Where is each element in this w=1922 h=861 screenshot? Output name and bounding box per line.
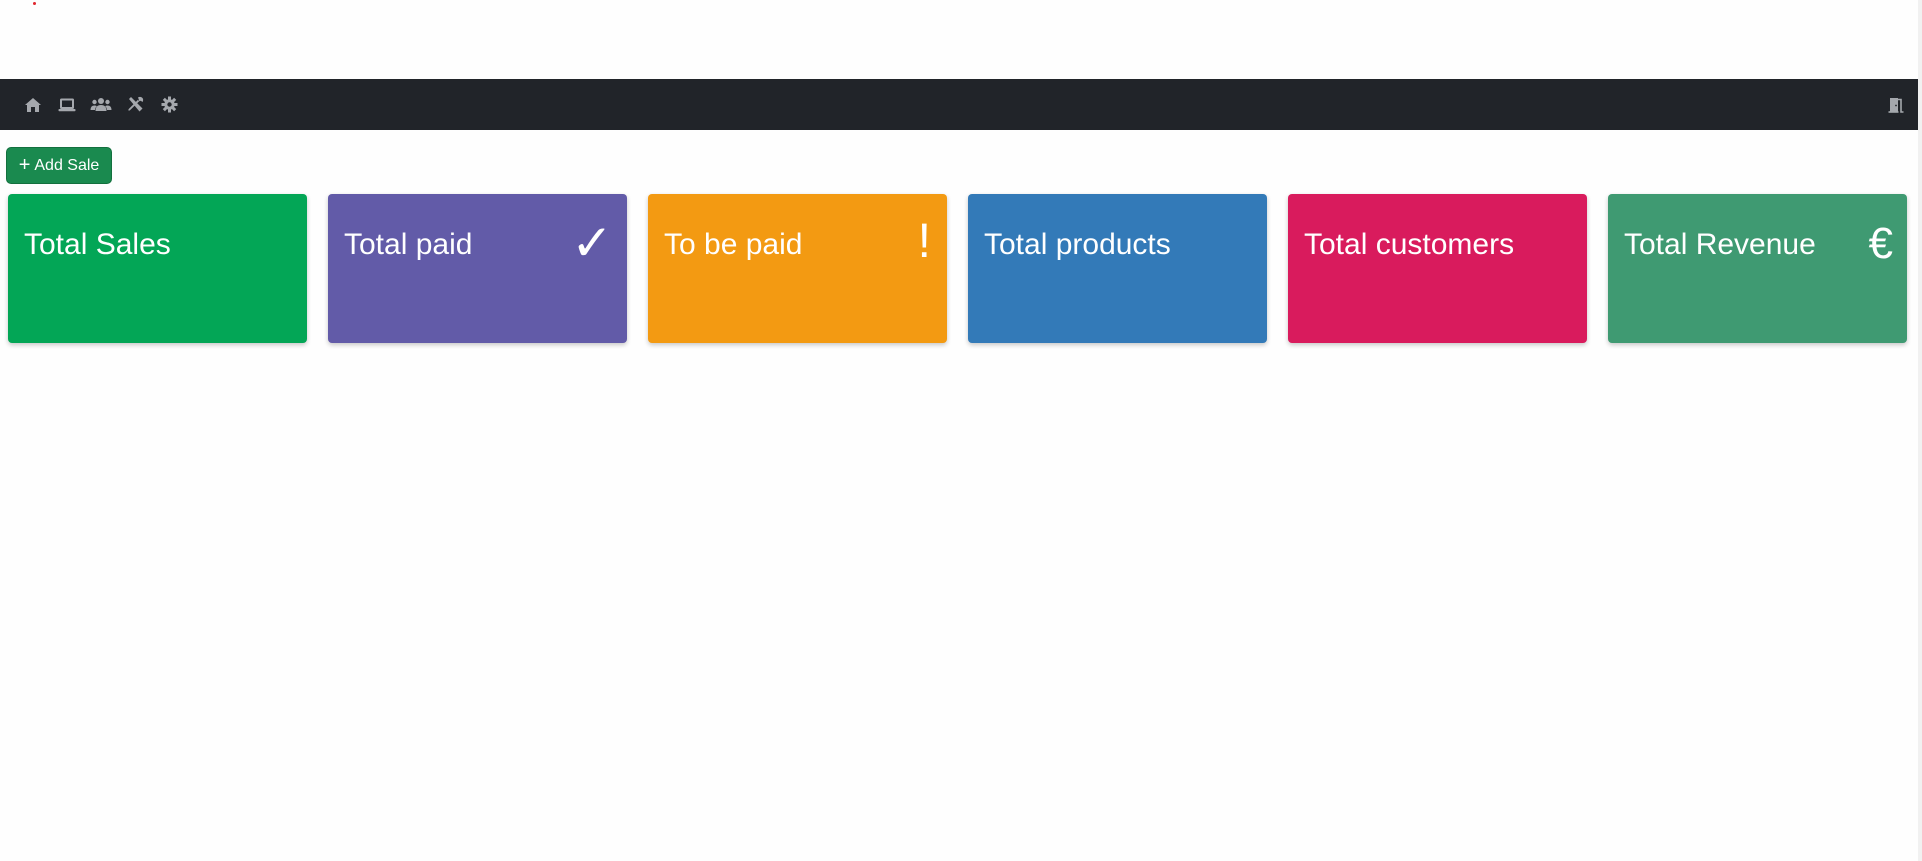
scrollbar[interactable] [1918, 0, 1922, 861]
laptop-icon[interactable] [50, 79, 84, 130]
indicator-dot [33, 2, 36, 5]
card-total-products[interactable]: Total products [968, 194, 1267, 343]
card-title: Total products [984, 228, 1171, 261]
card-title: Total Revenue [1624, 228, 1816, 261]
summary-cards: Total Sales Total paid ✓ To be paid ! To… [8, 194, 1908, 344]
tools-icon[interactable] [118, 79, 152, 130]
card-total-customers[interactable]: Total customers [1288, 194, 1587, 343]
gear-icon[interactable] [152, 79, 186, 130]
card-total-sales[interactable]: Total Sales [8, 194, 307, 343]
top-navbar [0, 79, 1918, 130]
euro-icon: € [1868, 219, 1893, 268]
exclamation-icon: ! [917, 215, 931, 268]
plus-icon: + [18, 153, 31, 176]
page: + Add Sale Total Sales Total paid ✓ To b… [0, 0, 1922, 861]
home-icon[interactable] [16, 79, 50, 130]
add-sale-button[interactable]: + Add Sale [6, 147, 112, 184]
card-title: Total customers [1304, 228, 1515, 261]
check-icon: ✓ [571, 214, 613, 272]
card-title: Total Sales [24, 228, 171, 261]
card-to-be-paid[interactable]: To be paid ! [648, 194, 947, 343]
door-exit-icon[interactable] [1888, 79, 1904, 130]
users-icon[interactable] [84, 79, 118, 130]
card-total-paid[interactable]: Total paid ✓ [328, 194, 627, 343]
nav-icons [16, 79, 186, 130]
card-title: To be paid [664, 228, 803, 261]
card-total-revenue[interactable]: Total Revenue € [1608, 194, 1907, 343]
add-sale-label: Add Sale [34, 156, 100, 174]
card-title: Total paid [344, 228, 473, 261]
